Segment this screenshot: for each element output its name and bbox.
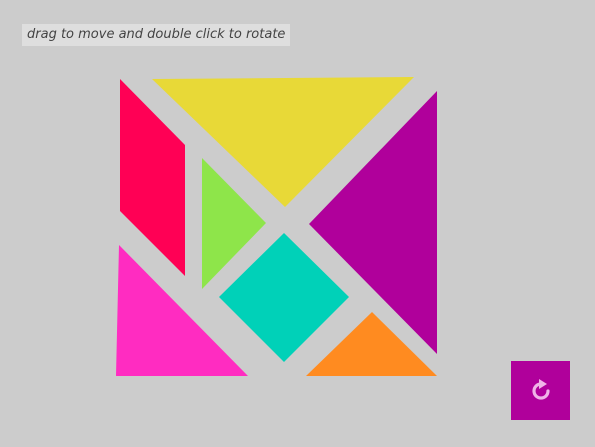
square[interactable] bbox=[219, 233, 349, 362]
reset-button[interactable] bbox=[511, 361, 570, 420]
parallelogram[interactable] bbox=[120, 79, 185, 276]
tangram-stage: drag to move and double click to rotate bbox=[0, 0, 595, 447]
rotate-cw-icon bbox=[531, 378, 550, 400]
tangram-board bbox=[116, 77, 437, 376]
